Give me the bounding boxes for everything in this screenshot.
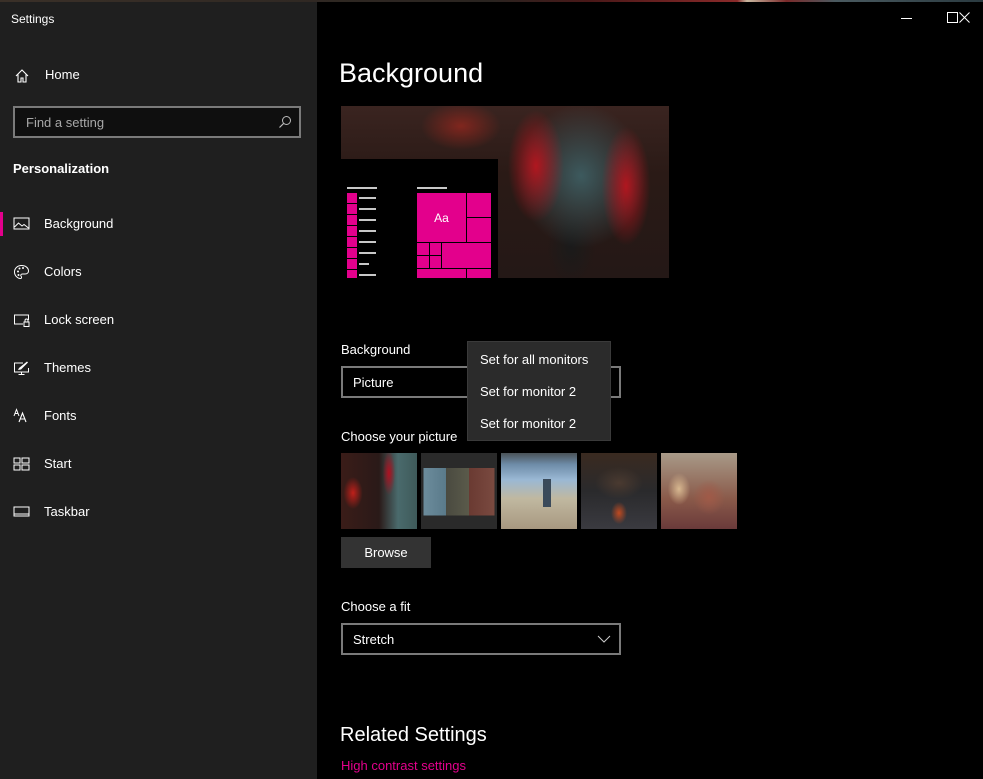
preview-tile	[430, 243, 441, 255]
menu-item-label: Set for monitor 2	[480, 384, 577, 399]
sidebar-home-label: Home	[45, 67, 80, 82]
search-icon[interactable]	[278, 115, 292, 129]
search-input[interactable]	[15, 108, 299, 136]
picture-thumbnail[interactable]	[581, 453, 657, 529]
preview-square	[347, 237, 357, 247]
preview-tile	[467, 193, 491, 217]
start-menu-preview: Aa	[341, 159, 498, 278]
page-title: Background	[339, 58, 484, 88]
preview-line	[359, 219, 376, 221]
preview-tile	[417, 256, 429, 268]
preview-line	[359, 263, 369, 265]
sidebar-item-label: Background	[44, 216, 114, 231]
preview-square	[347, 215, 357, 225]
themes-icon	[14, 361, 29, 375]
menu-item-set-monitor-2[interactable]: Set for monitor 2	[468, 408, 610, 440]
palette-icon	[13, 264, 30, 280]
menu-item-label: Set for all monitors	[480, 352, 589, 367]
preview-square	[347, 226, 357, 236]
chevron-down-icon	[597, 635, 611, 643]
sidebar-item-label: Colors	[44, 264, 82, 279]
preview-tile	[467, 269, 491, 278]
main-content: Background Aa Background Picture Choose …	[317, 2, 983, 779]
fit-dropdown-value: Stretch	[353, 632, 395, 647]
background-dropdown-value: Picture	[353, 375, 394, 390]
preview-square	[347, 193, 357, 203]
taskbar-icon	[13, 506, 30, 517]
preview-line	[347, 187, 377, 189]
app-title: Settings	[11, 12, 55, 26]
selection-indicator	[0, 212, 3, 236]
preview-wallpaper-detail	[401, 106, 521, 158]
preview-tile-large: Aa	[417, 193, 466, 242]
menu-item-set-all-monitors[interactable]: Set for all monitors	[468, 344, 610, 376]
picture-icon	[13, 217, 30, 230]
picture-thumbnail[interactable]	[421, 453, 497, 529]
high-contrast-settings-link[interactable]: High contrast settings	[341, 758, 466, 773]
preview-tile	[467, 218, 491, 242]
preview-tile	[430, 256, 441, 268]
choose-picture-label: Choose your picture	[341, 429, 458, 444]
preview-square	[347, 248, 357, 258]
menu-item-label: Set for monitor 2	[480, 416, 577, 431]
sidebar-item-taskbar[interactable]: Taskbar	[0, 494, 317, 534]
menu-item-set-monitor-2[interactable]: Set for monitor 2	[468, 376, 610, 408]
sidebar-item-themes[interactable]: Themes	[0, 350, 317, 390]
preview-square	[347, 259, 357, 269]
choose-fit-label: Choose a fit	[341, 599, 411, 614]
search-box[interactable]	[13, 106, 301, 138]
background-label: Background	[341, 342, 411, 357]
sidebar-item-label: Lock screen	[44, 312, 115, 327]
close-button[interactable]	[947, 2, 983, 34]
preview-line	[359, 230, 376, 232]
close-icon	[959, 12, 970, 23]
desktop-preview: Aa	[341, 106, 669, 278]
start-icon	[13, 457, 30, 471]
sidebar-item-lock-screen[interactable]: Lock screen	[0, 302, 317, 342]
sidebar: Settings Home Personalization Background…	[0, 2, 317, 779]
fit-dropdown[interactable]: Stretch	[341, 623, 621, 655]
preview-line	[359, 252, 376, 254]
lock-screen-icon	[14, 314, 30, 327]
preview-line	[359, 274, 376, 276]
preview-square	[347, 204, 357, 214]
picture-thumbnail[interactable]	[341, 453, 417, 529]
sidebar-item-label: Taskbar	[44, 504, 90, 519]
preview-tile	[417, 243, 429, 255]
related-settings-title: Related Settings	[340, 724, 487, 746]
minimize-icon	[901, 18, 912, 19]
picture-thumbnail[interactable]	[501, 453, 577, 529]
preview-square	[347, 270, 357, 278]
picture-thumbnail[interactable]	[661, 453, 737, 529]
sidebar-item-colors[interactable]: Colors	[0, 254, 317, 294]
home-icon	[15, 69, 29, 83]
fonts-icon	[13, 408, 27, 423]
sidebar-item-background[interactable]: Background	[0, 206, 317, 246]
sidebar-item-label: Themes	[44, 360, 91, 375]
section-title: Personalization	[13, 161, 110, 176]
sidebar-item-label: Fonts	[44, 408, 77, 423]
sidebar-item-label: Start	[44, 456, 72, 471]
minimize-button[interactable]	[884, 2, 930, 34]
monitor-context-menu: Set for all monitors Set for monitor 2 S…	[467, 341, 611, 441]
preview-line	[417, 187, 447, 189]
preview-line	[359, 241, 376, 243]
browse-button[interactable]: Browse	[341, 537, 431, 568]
preview-tile	[442, 243, 491, 268]
sidebar-home[interactable]: Home	[0, 60, 317, 92]
preview-line	[359, 208, 376, 210]
preview-line	[359, 197, 376, 199]
sidebar-item-fonts[interactable]: Fonts	[0, 398, 317, 438]
sidebar-item-start[interactable]: Start	[0, 446, 317, 486]
preview-tile	[417, 269, 466, 278]
